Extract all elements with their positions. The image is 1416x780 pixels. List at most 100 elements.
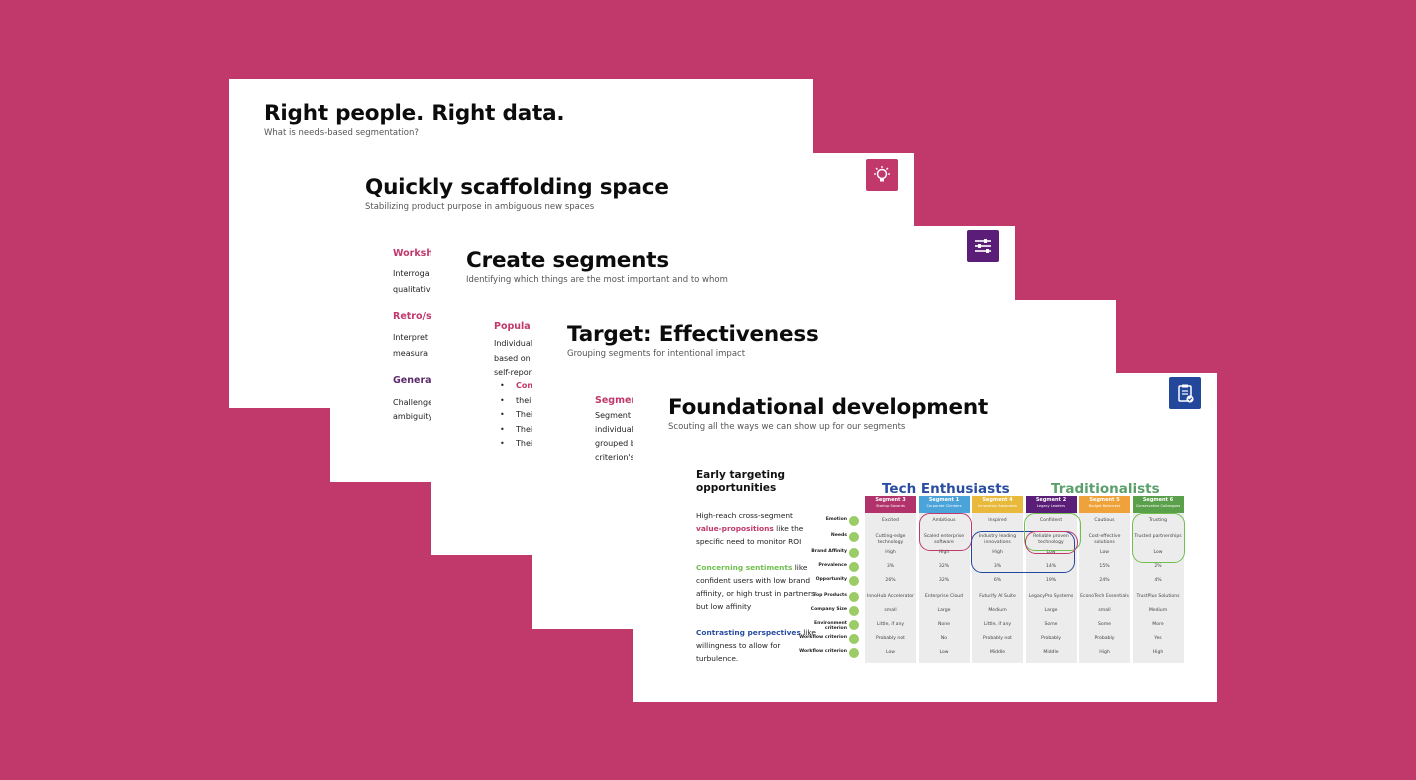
- table-cell: Low: [939, 650, 949, 655]
- bullet-list: Con their Thei Thei Thei: [494, 379, 535, 452]
- table-cell: Medium: [1148, 608, 1168, 613]
- row-label: Prevalence: [818, 563, 847, 568]
- slide-title: Right people. Right data.: [264, 101, 565, 126]
- table-cell: 19%: [1045, 578, 1057, 583]
- slide-5[interactable]: Foundational development Scouting all th…: [633, 373, 1217, 702]
- table-cell: small: [884, 608, 897, 613]
- segment-subname: Corporate Climbers: [926, 504, 962, 508]
- table-cell: Little, if any: [983, 622, 1012, 627]
- section-line: measura: [393, 349, 429, 358]
- bullet-item: Con: [494, 379, 535, 394]
- segment-subname: Conservative Colleagues: [1135, 504, 1181, 508]
- table-cell: 32%: [938, 564, 950, 569]
- bullet-item: Thei: [494, 408, 535, 423]
- table-cell: Little, if any: [876, 622, 905, 627]
- table-cell: 24%: [1099, 578, 1110, 583]
- table-cell: Probably not: [983, 636, 1012, 641]
- row-icon: [849, 592, 859, 602]
- segment-header: Segment 2 Legacy Leaders: [1025, 496, 1077, 513]
- table-cell: Cautious: [1094, 518, 1115, 523]
- row-icon: [849, 606, 859, 616]
- table-cell: Cutting-edge technology: [875, 534, 906, 545]
- table-cell: Low: [1099, 550, 1110, 555]
- bullet-item: Thei: [494, 437, 535, 452]
- table-cell: High: [1152, 650, 1164, 655]
- row-labels: Emotion Needs Brand Affinity Prevalence Oppo…: [793, 373, 859, 702]
- section-line: Interpret: [393, 333, 429, 342]
- section-line: qualitativ: [393, 285, 431, 294]
- table-cell: LegacyPro Systems: [1028, 594, 1074, 599]
- highlight-loop: [919, 513, 972, 551]
- segment-subname: Startup Savants: [876, 504, 905, 508]
- table-cell: Cost-effective solutions: [1088, 534, 1121, 545]
- bullet-item: Thei: [494, 423, 535, 438]
- slide-subtitle: Stabilizing product purpose in ambiguous…: [365, 202, 595, 212]
- table-cell: Some: [1044, 622, 1058, 627]
- segment-header: Segment 5 Budget Balancers: [1079, 496, 1130, 513]
- table-cell: Medium: [988, 608, 1007, 613]
- sliders-icon: [967, 230, 999, 262]
- section-line: criterion's: [595, 453, 635, 462]
- table-cell: High: [885, 550, 896, 555]
- table-cell: small: [1098, 608, 1111, 613]
- segment-subname: Budget Balancers: [1088, 504, 1121, 508]
- table-cell: High: [1099, 650, 1110, 655]
- table-cell: Large: [1044, 608, 1058, 613]
- table-cell: Excited: [882, 518, 899, 523]
- table-cell: Inspired: [988, 518, 1007, 523]
- table-cell: Some: [1097, 622, 1112, 627]
- section-heading: Worksh: [393, 248, 434, 259]
- row-label: Workflow criterion: [799, 649, 847, 654]
- segment-header: Segment 3 Startup Savants: [865, 496, 916, 513]
- section-line: Individual: [494, 339, 533, 348]
- section-heading: Segmen: [595, 395, 639, 406]
- row-label: Environment criterion: [813, 621, 847, 631]
- row-icon: [849, 620, 859, 630]
- group-label-tech-enthusiasts: Tech Enthusiasts: [882, 481, 1010, 497]
- section-line: Interroga: [393, 269, 430, 278]
- table-cell: 2%: [1154, 564, 1162, 569]
- bullet-text: Thei: [516, 424, 534, 434]
- table-cell: 15%: [1099, 564, 1110, 569]
- table-cell: 26%: [885, 578, 896, 583]
- table-cell: 3%: [886, 564, 895, 569]
- row-label: Company Size: [810, 607, 847, 612]
- table-cell: No: [940, 636, 948, 641]
- bullet-text: Thei: [516, 410, 534, 419]
- segment-table: Tech Enthusiasts Traditionalists Emotion…: [633, 373, 1217, 702]
- table-cell: InnoHub Accelerator: [867, 594, 914, 599]
- row-icon: [849, 576, 859, 586]
- table-cell: 4%: [1154, 578, 1162, 583]
- table-cell: Large: [937, 608, 951, 613]
- row-icon: [849, 516, 859, 526]
- bullet-text: Thei: [516, 439, 534, 448]
- section-heading: Genera: [393, 375, 432, 386]
- section-heading: Retro/s: [393, 311, 432, 322]
- slide-title: Create segments: [466, 248, 669, 273]
- table-cell: 6%: [993, 578, 1002, 583]
- table-cell: Middle: [989, 650, 1006, 655]
- bullet-continuation: their: [494, 394, 535, 409]
- row-icon: [849, 562, 859, 572]
- table-cell: 32%: [938, 578, 950, 583]
- slide-title: Quickly scaffolding space: [365, 175, 669, 200]
- row-label: Top Products: [813, 593, 847, 598]
- row-icon: [849, 634, 859, 644]
- table-cell: Probably not: [876, 636, 905, 641]
- segment-header: Segment 6 Conservative Colleagues: [1132, 496, 1184, 513]
- table-cell: More: [1152, 622, 1164, 627]
- table-cell: Middle: [1043, 650, 1059, 655]
- bullet-text: Con: [516, 381, 534, 390]
- table-cell: Probably: [1041, 636, 1061, 641]
- table-cell: Futurify AI Suite: [979, 594, 1016, 599]
- row-label: Brand Affinity: [811, 549, 847, 554]
- highlight-loop: [1132, 513, 1185, 563]
- table-cell: Low: [885, 650, 896, 655]
- row-label: Emotion: [825, 517, 847, 522]
- row-icon: [849, 648, 859, 658]
- row-label: Opportunity: [815, 577, 847, 582]
- lightbulb-gear-icon: [866, 159, 898, 191]
- group-label-traditionalists: Traditionalists: [1051, 481, 1160, 497]
- slide-subtitle: What is needs-based segmentation?: [264, 128, 419, 138]
- table-cell: Enterprise Cloud: [924, 594, 964, 599]
